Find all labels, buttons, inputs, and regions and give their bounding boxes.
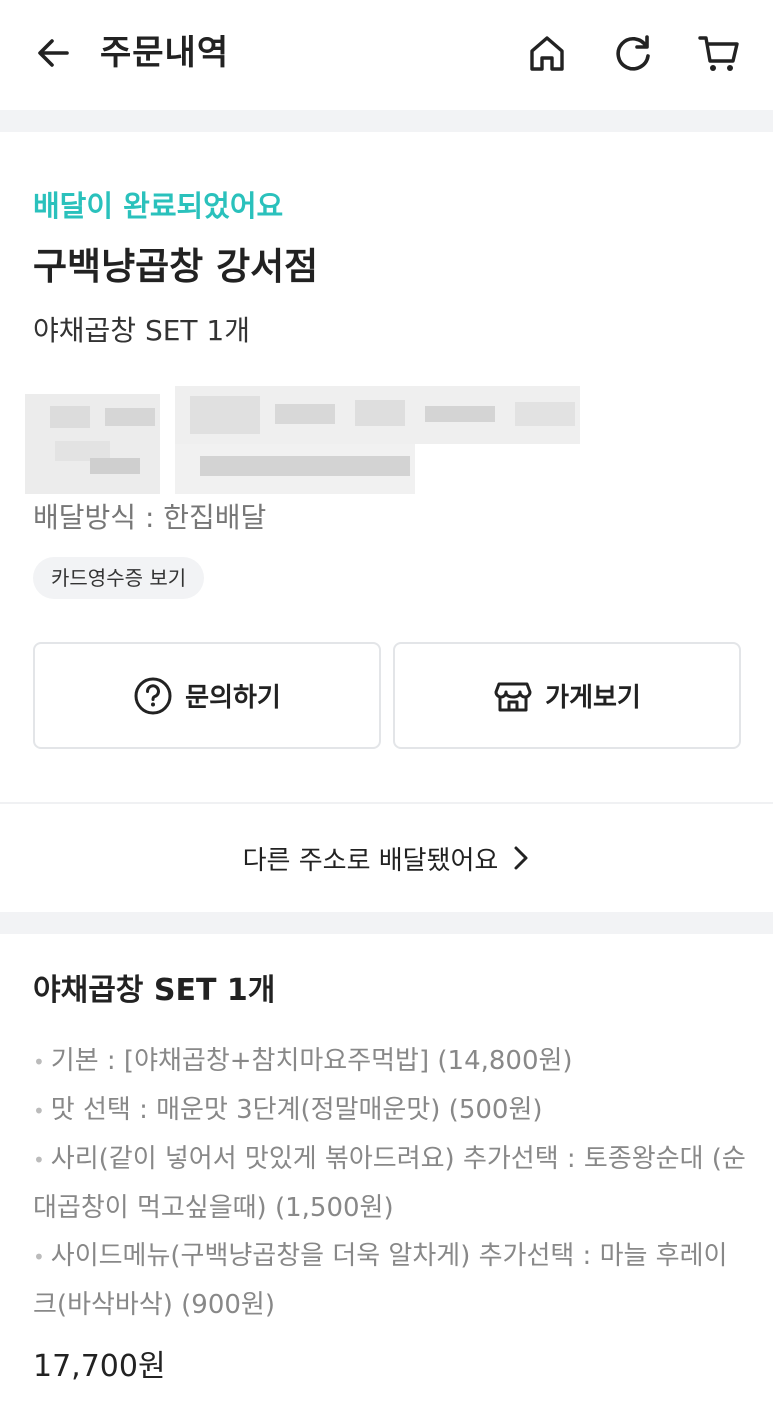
cart-button[interactable] bbox=[696, 30, 742, 76]
view-store-label: 가게보기 bbox=[545, 683, 641, 713]
order-summary: 야채곱창 SET 1개 bbox=[33, 314, 250, 347]
chevron-right-icon bbox=[514, 846, 528, 870]
redacted-address bbox=[25, 386, 585, 496]
different-address-label: 다른 주소로 배달됐어요 bbox=[242, 845, 499, 876]
card-receipt-button[interactable]: 카드영수증 보기 bbox=[33, 557, 205, 599]
different-address-link[interactable]: 다른 주소로 배달됐어요 bbox=[0, 836, 773, 880]
delivery-status: 배달이 완료되었어요 bbox=[33, 189, 284, 223]
refresh-button[interactable] bbox=[610, 30, 656, 76]
cart-icon bbox=[698, 36, 739, 71]
divider bbox=[0, 802, 773, 804]
option-item: • 사리(같이 넣어서 맛있게 볶아드려요) 추가선택 : 토종왕순대 (순대곱창… bbox=[33, 1135, 748, 1232]
home-icon bbox=[530, 36, 564, 71]
bullet-icon: • bbox=[33, 1099, 45, 1123]
option-text: 맛 선택 : 매운맛 3단계(정말매운맛) (500원) bbox=[50, 1095, 543, 1125]
back-arrow-icon bbox=[38, 39, 69, 67]
inquiry-button[interactable]: 문의하기 bbox=[33, 642, 381, 749]
page-title: 주문내역 bbox=[100, 33, 230, 73]
item-total-price: 17,700원 bbox=[33, 1349, 166, 1384]
item-title: 야채곱창 SET 1개 bbox=[33, 973, 276, 1008]
view-store-button[interactable]: 가게보기 bbox=[393, 642, 741, 749]
section-gap bbox=[0, 110, 773, 132]
refresh-icon bbox=[616, 35, 650, 71]
home-button[interactable] bbox=[524, 30, 570, 76]
bullet-icon: • bbox=[33, 1050, 45, 1074]
option-text: 사리(같이 넣어서 맛있게 볶아드려요) 추가선택 : 토종왕순대 (순대곱창이… bbox=[33, 1144, 746, 1223]
section-gap bbox=[0, 912, 773, 934]
top-app-bar: 주문내역 bbox=[0, 0, 773, 110]
question-circle-icon bbox=[134, 677, 172, 714]
store-name: 구백냥곱창 강서점 bbox=[33, 245, 319, 288]
option-item: • 맛 선택 : 매운맛 3단계(정말매운맛) (500원) bbox=[33, 1086, 748, 1135]
option-list: • 기본 : [야채곱창+참치마요주먹밥] (14,800원) • 맛 선택 : 매… bbox=[33, 1037, 748, 1329]
delivery-method: 배달방식 : 한집배달 bbox=[33, 501, 267, 534]
bullet-icon: • bbox=[33, 1148, 45, 1172]
option-item: • 기본 : [야채곱창+참치마요주먹밥] (14,800원) bbox=[33, 1037, 748, 1086]
option-text: 사이드메뉴(구백냥곱창을 더욱 알차게) 추가선택 : 마늘 후레이크(바삭바삭… bbox=[33, 1241, 728, 1320]
option-text: 기본 : [야채곱창+참치마요주먹밥] (14,800원) bbox=[50, 1046, 573, 1076]
inquiry-label: 문의하기 bbox=[185, 683, 281, 713]
back-button[interactable] bbox=[30, 30, 76, 76]
bullet-icon: • bbox=[33, 1245, 45, 1269]
option-item: • 사이드메뉴(구백냥곱창을 더욱 알차게) 추가선택 : 마늘 후레이크(바삭바… bbox=[33, 1232, 748, 1329]
store-icon bbox=[494, 682, 532, 711]
